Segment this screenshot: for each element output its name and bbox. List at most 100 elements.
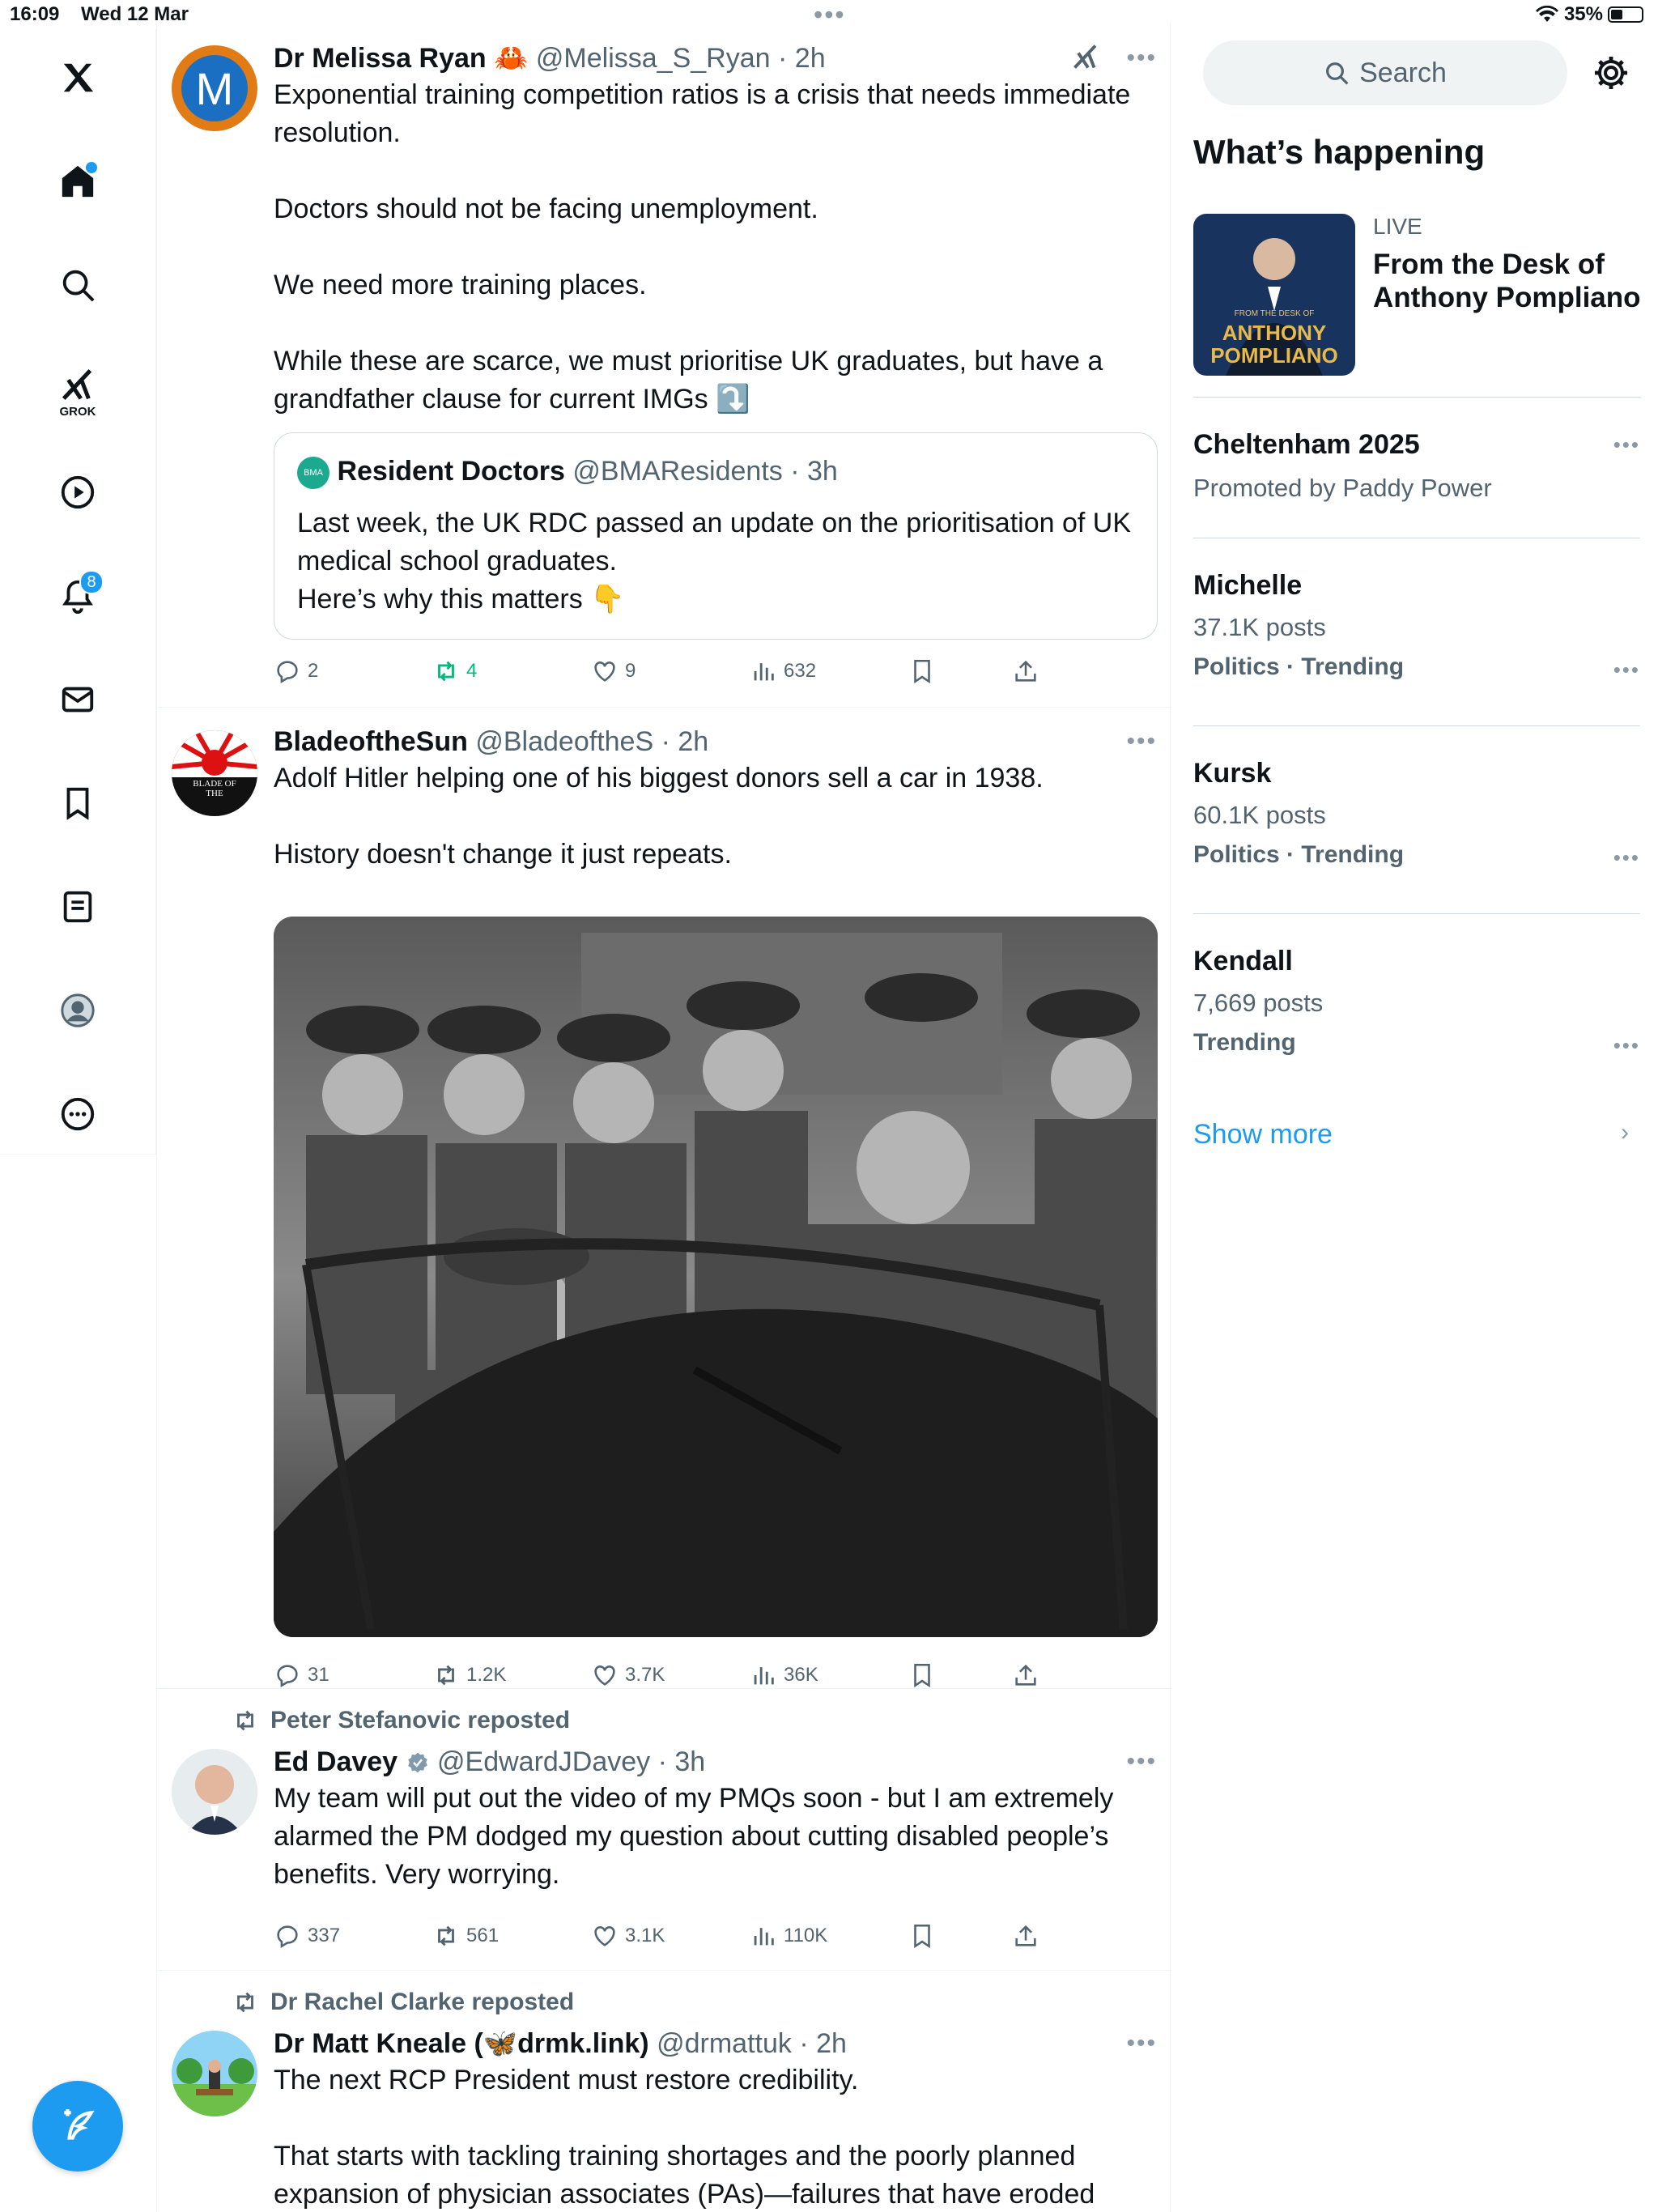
notifications-badge: 8 xyxy=(79,570,104,594)
share-icon xyxy=(1015,660,1036,682)
like-count: 9 xyxy=(625,660,636,682)
bookmark-button[interactable] xyxy=(908,651,936,691)
bookmark-icon xyxy=(914,1663,930,1688)
post-time[interactable]: 2h xyxy=(816,2028,847,2059)
share-button[interactable] xyxy=(1012,1916,1039,1956)
nav-lists[interactable] xyxy=(45,874,110,939)
more-options-icon[interactable]: ••• xyxy=(1613,432,1640,457)
views-chart-icon xyxy=(754,1667,774,1685)
share-button[interactable] xyxy=(1012,651,1039,691)
feather-plus-icon xyxy=(64,2109,95,2140)
rising-sun-avatar-icon xyxy=(172,730,257,816)
trend-item[interactable]: Kursk 60.1K posts Politics · Trending ••… xyxy=(1193,758,1640,904)
more-options-icon[interactable]: ••• xyxy=(1126,1744,1157,1780)
search-input[interactable]: Search xyxy=(1203,40,1567,105)
trend-category: Politics · Trending xyxy=(1193,841,1405,868)
grok-explain-icon[interactable] xyxy=(1071,42,1100,80)
share-icon xyxy=(1015,1925,1036,1946)
post-header: Dr Matt Kneale (🦋drmk.link) @drmattuk · … xyxy=(274,2026,1157,2061)
quote-author-name: Resident Doctors xyxy=(337,456,565,487)
author-name[interactable]: Dr Melissa Ryan xyxy=(274,43,487,74)
chevron-right-icon[interactable]: › xyxy=(1621,1119,1629,1146)
author-name[interactable]: Ed Davey xyxy=(274,1746,397,1777)
battery-icon xyxy=(1608,6,1643,23)
show-more-link[interactable]: Show more xyxy=(1193,1119,1333,1151)
post-time[interactable]: 2h xyxy=(795,43,826,74)
nav-home[interactable] xyxy=(45,149,110,214)
post-photo[interactable] xyxy=(274,917,1158,1637)
more-options-icon[interactable]: ••• xyxy=(1613,1033,1640,1058)
envelope-icon xyxy=(62,687,94,713)
trend-item[interactable]: Kendall 7,669 posts Trending ••• xyxy=(1193,946,1640,1091)
avatar-text: BLADE OF THE xyxy=(193,779,236,798)
more-options-icon[interactable]: ••• xyxy=(1126,724,1157,759)
author-handle[interactable]: @drmattuk xyxy=(657,2028,792,2059)
more-options-icon[interactable]: ••• xyxy=(1613,845,1640,870)
promoted-trend[interactable]: Cheltenham 2025 Promoted by Paddy Power … xyxy=(1193,429,1640,518)
like-button[interactable]: 9 xyxy=(591,651,636,691)
compose-post-button[interactable] xyxy=(32,2081,123,2172)
reposted-by-label: Peter Stefanovic reposted xyxy=(270,1707,571,1733)
bookmark-button[interactable] xyxy=(908,1916,936,1956)
post-actions: 337 561 3.1K 110K xyxy=(274,1916,1083,1956)
repost-count: 561 xyxy=(466,1925,500,1946)
reply-icon xyxy=(277,1925,298,1949)
views-button[interactable]: 110K xyxy=(750,1916,827,1956)
status-right: 35% xyxy=(1535,3,1643,26)
settings-gear-icon[interactable] xyxy=(1592,53,1630,92)
trend-category: Politics · Trending xyxy=(1193,653,1405,680)
nav-bookmarks[interactable] xyxy=(45,771,110,836)
avatar[interactable]: BLADE OF THE xyxy=(172,730,257,816)
avatar[interactable]: M xyxy=(172,45,257,131)
trend-item[interactable]: Michelle 37.1K posts Politics · Trending… xyxy=(1193,570,1640,716)
live-title[interactable]: From the Desk of Anthony Pompliano xyxy=(1373,248,1648,314)
trend-promoted-by: Promoted by Paddy Power xyxy=(1193,474,1492,502)
post-bladeofthesun[interactable]: BLADE OF THE BladeoftheSun @BladeoftheS … xyxy=(157,708,1171,1689)
search-icon xyxy=(1326,62,1349,85)
author-name[interactable]: Dr Matt Kneale (🦋drmk.link) xyxy=(274,2028,649,2059)
more-options-icon[interactable]: ••• xyxy=(1126,2026,1157,2061)
nav-notifications[interactable]: 8 xyxy=(45,564,110,628)
reposted-by[interactable]: Peter Stefanovic reposted xyxy=(232,1707,570,1734)
repost-icon xyxy=(438,1665,454,1686)
profile-avatar-icon xyxy=(61,993,95,1027)
reposted-by[interactable]: Dr Rachel Clarke reposted xyxy=(232,1989,574,2016)
person-photo-avatar xyxy=(172,1749,257,1835)
author-name[interactable]: BladeoftheSun xyxy=(274,726,468,757)
grok-icon xyxy=(62,368,92,400)
author-handle[interactable]: @EdwardJDavey xyxy=(437,1746,650,1777)
reply-button[interactable]: 337 xyxy=(274,1916,340,1956)
like-button[interactable]: 3.1K xyxy=(591,1916,665,1956)
bookmark-icon xyxy=(914,1924,930,1949)
author-handle[interactable]: @BladeoftheS xyxy=(475,726,653,757)
nav-profile[interactable] xyxy=(45,978,110,1043)
views-button[interactable]: 632 xyxy=(750,651,816,691)
post-ed-davey[interactable]: Peter Stefanovic reposted Ed Davey @Edwa… xyxy=(157,1689,1171,1971)
post-time[interactable]: 3h xyxy=(674,1746,705,1777)
post-matt-kneale[interactable]: Dr Rachel Clarke reposted Dr Matt Kneale… xyxy=(157,1971,1171,2212)
repost-button[interactable]: 4 xyxy=(432,651,477,691)
quoted-post[interactable]: BMA Resident Doctors @BMAResidents · 3h … xyxy=(274,432,1158,640)
post-time[interactable]: 2h xyxy=(678,726,708,757)
reply-button[interactable]: 2 xyxy=(274,651,318,691)
quote-avatar: BMA xyxy=(297,457,329,490)
quote-author-handle: @BMAResidents xyxy=(572,456,783,487)
bookmark-icon xyxy=(914,659,930,684)
more-options-icon[interactable]: ••• xyxy=(1126,40,1157,76)
post-melissa-ryan[interactable]: M Dr Melissa Ryan 🦀 @Melissa_S_Ryan · 2h… xyxy=(157,23,1171,708)
x-logo-icon[interactable] xyxy=(45,45,110,110)
status-time: 16:09 xyxy=(10,3,60,25)
author-handle[interactable]: @Melissa_S_Ryan xyxy=(536,43,771,74)
avatar[interactable] xyxy=(172,2031,257,2116)
black-and-white-photo-image xyxy=(274,917,1158,1637)
repost-button[interactable]: 561 xyxy=(432,1916,499,1956)
nav-more[interactable] xyxy=(45,1082,110,1146)
nav-video[interactable] xyxy=(45,460,110,525)
play-circle-icon xyxy=(61,475,95,509)
nav-explore[interactable] xyxy=(45,253,110,317)
live-thumbnail[interactable]: FROM THE DESK OF ANTHONY POMPLIANO xyxy=(1193,214,1355,376)
more-options-icon[interactable]: ••• xyxy=(1613,657,1640,683)
nav-messages[interactable] xyxy=(45,667,110,732)
nav-grok[interactable]: GROK xyxy=(45,351,110,432)
avatar[interactable] xyxy=(172,1749,257,1835)
